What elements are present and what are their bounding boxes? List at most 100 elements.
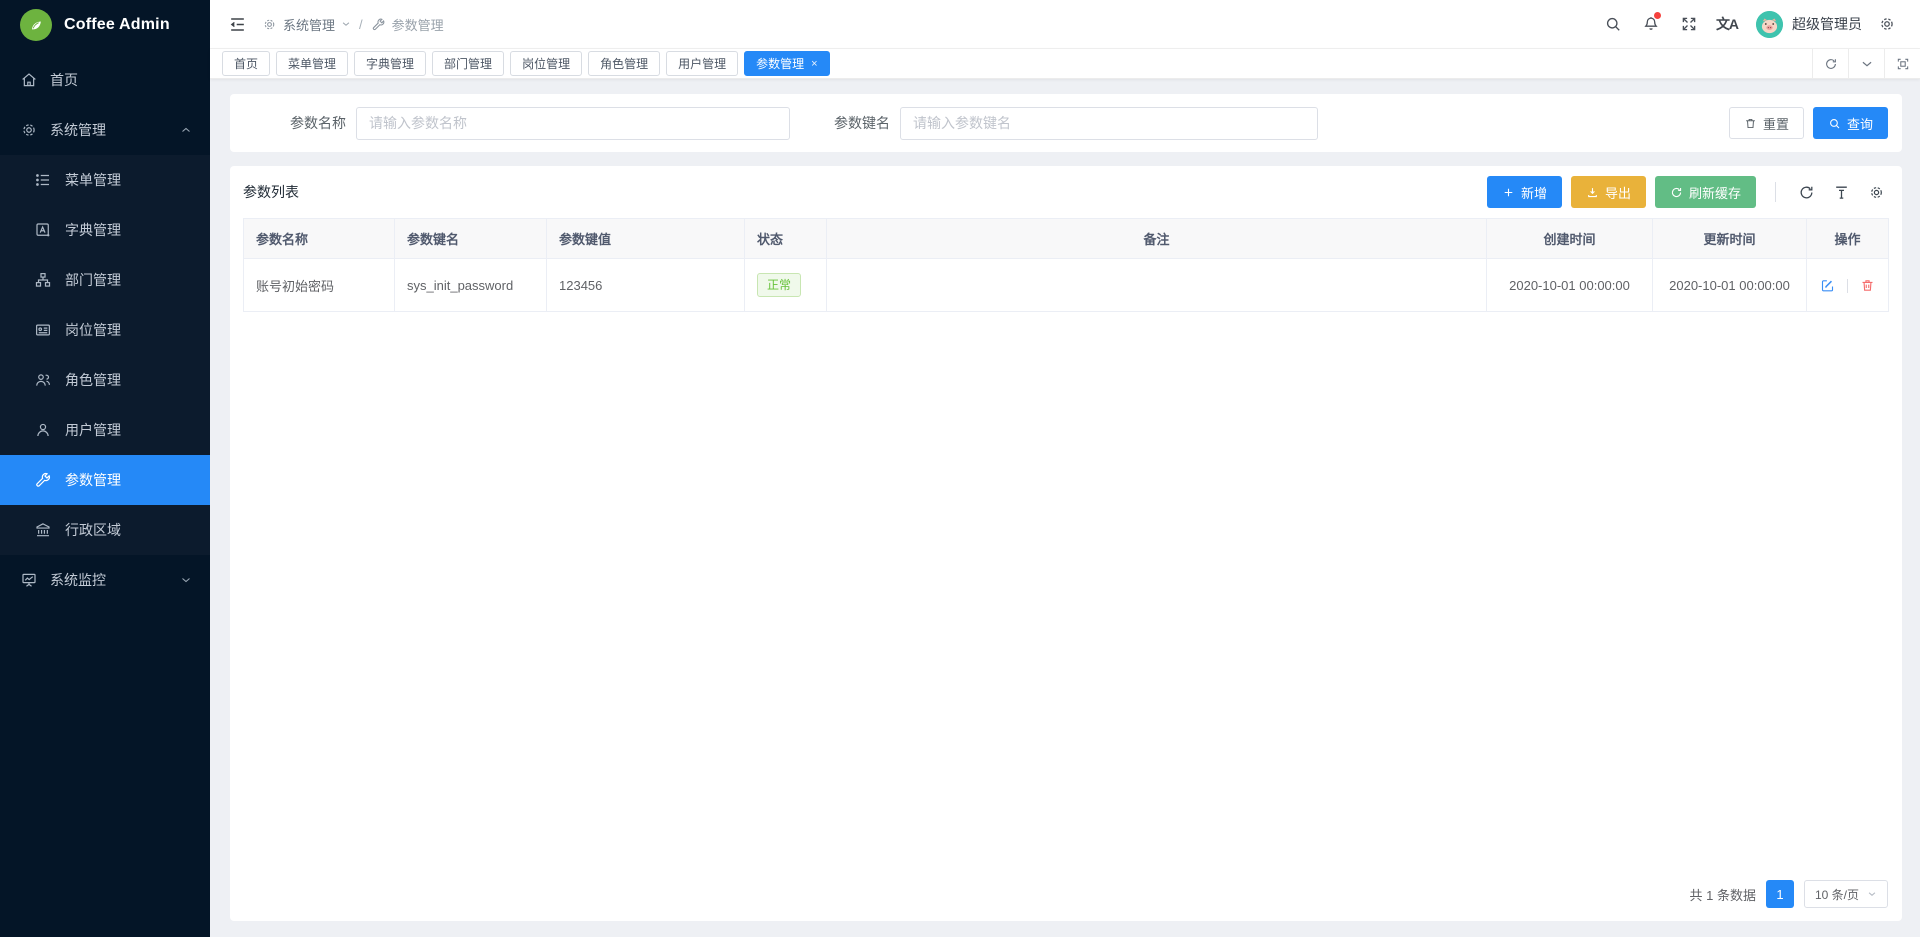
refresh-table-icon[interactable] <box>1793 179 1819 205</box>
gear-icon <box>20 121 38 139</box>
sidebar-item-label: 菜单管理 <box>65 170 121 190</box>
card-header: 参数列表 新增 导出 刷新缓存 <box>243 166 1889 218</box>
search-icon[interactable] <box>1596 7 1630 41</box>
tab-role-mgmt[interactable]: 角色管理 <box>588 51 660 76</box>
bank-icon <box>34 521 52 539</box>
sidebar-item-home[interactable]: 首页 <box>0 55 210 105</box>
close-icon[interactable]: × <box>811 58 817 70</box>
sidebar-menu: 首页 系统管理 菜单管理 字典管理 部门管理 岗位管理 <box>0 49 210 937</box>
query-button[interactable]: 查询 <box>1813 107 1888 139</box>
column-settings-icon[interactable] <box>1863 179 1889 205</box>
sidebar-item-label: 首页 <box>50 70 78 90</box>
col-status: 状态 <box>745 219 827 259</box>
param-key-label: 参数键名 <box>834 113 890 133</box>
sidebar-item-system[interactable]: 系统管理 <box>0 105 210 155</box>
plus-icon <box>1502 186 1515 199</box>
export-button[interactable]: 导出 <box>1571 176 1646 208</box>
wrench-icon <box>371 17 386 32</box>
sidebar-item-dept-mgmt[interactable]: 部门管理 <box>0 255 210 305</box>
wrench-icon <box>34 471 52 489</box>
sidebar: Coffee Admin 首页 系统管理 菜单管理 字典管理 部门管理 <box>0 0 210 937</box>
tab-dept-mgmt[interactable]: 部门管理 <box>432 51 504 76</box>
tab-param-mgmt[interactable]: 参数管理 × <box>744 51 829 76</box>
tab-menu-mgmt[interactable]: 菜单管理 <box>276 51 348 76</box>
breadcrumb-item-current: 参数管理 <box>392 15 444 34</box>
app-title: Coffee Admin <box>64 16 170 34</box>
user-icon <box>34 421 52 439</box>
chevron-down-icon[interactable] <box>1848 49 1884 79</box>
notification-dot <box>1654 12 1661 19</box>
cell-actions <box>1807 259 1889 312</box>
sidebar-item-label: 系统管理 <box>50 120 106 140</box>
list-icon <box>34 171 52 189</box>
top-header: 系统管理 / 参数管理 文A <box>210 0 1920 49</box>
search-buttons: 重置 查询 <box>1729 107 1888 139</box>
monitor-icon <box>20 571 38 589</box>
refresh-cache-button[interactable]: 刷新缓存 <box>1655 176 1756 208</box>
delete-icon[interactable] <box>1860 278 1875 293</box>
sidebar-item-label: 用户管理 <box>65 420 121 440</box>
download-icon <box>1586 186 1599 199</box>
param-key-input[interactable] <box>900 107 1318 140</box>
fullscreen-icon[interactable] <box>1672 7 1706 41</box>
roles-icon <box>34 371 52 389</box>
tab-home[interactable]: 首页 <box>222 51 270 76</box>
chevron-down-icon <box>180 574 192 586</box>
chevron-up-icon <box>180 124 192 136</box>
trash-icon <box>1744 117 1757 130</box>
param-name-input[interactable] <box>356 107 790 140</box>
refresh-icon <box>1670 186 1683 199</box>
translate-icon[interactable]: 文A <box>1710 7 1744 41</box>
col-param-name: 参数名称 <box>244 219 395 259</box>
cell-param-key: sys_init_password <box>395 259 547 312</box>
sidebar-item-param-mgmt[interactable]: 参数管理 <box>0 455 210 505</box>
sidebar-item-region[interactable]: 行政区域 <box>0 505 210 555</box>
cell-param-value: 123456 <box>547 259 745 312</box>
cell-param-name: 账号初始密码 <box>244 259 395 312</box>
sidebar-item-user-mgmt[interactable]: 用户管理 <box>0 405 210 455</box>
sidebar-item-menu-mgmt[interactable]: 菜单管理 <box>0 155 210 205</box>
sidebar-item-monitor[interactable]: 系统监控 <box>0 555 210 605</box>
pagination-page-1[interactable]: 1 <box>1766 880 1794 908</box>
tab-post-mgmt[interactable]: 岗位管理 <box>510 51 582 76</box>
table-row: 账号初始密码 sys_init_password 123456 正常 2020-… <box>244 259 1889 312</box>
breadcrumb: 系统管理 / 参数管理 <box>262 15 444 34</box>
avatar <box>1756 11 1783 38</box>
reset-button[interactable]: 重置 <box>1729 107 1804 139</box>
bell-icon[interactable] <box>1634 7 1668 41</box>
row-density-icon[interactable] <box>1828 179 1854 205</box>
col-param-value: 参数键值 <box>547 219 745 259</box>
tab-user-mgmt[interactable]: 用户管理 <box>666 51 738 76</box>
sidebar-item-label: 部门管理 <box>65 270 121 290</box>
user-name: 超级管理员 <box>1792 14 1862 34</box>
menu-fold-icon[interactable] <box>222 9 252 39</box>
sidebar-item-dict-mgmt[interactable]: 字典管理 <box>0 205 210 255</box>
add-button[interactable]: 新增 <box>1487 176 1562 208</box>
col-created: 创建时间 <box>1487 219 1653 259</box>
cell-status: 正常 <box>745 259 827 312</box>
refresh-icon[interactable] <box>1812 49 1848 79</box>
edit-icon[interactable] <box>1820 278 1835 293</box>
col-remark: 备注 <box>827 219 1487 259</box>
sidebar-item-label: 字典管理 <box>65 220 121 240</box>
divider <box>1847 279 1848 293</box>
search-icon <box>1828 117 1841 130</box>
user-menu[interactable]: 超级管理员 <box>1756 11 1862 38</box>
sidebar-item-role-mgmt[interactable]: 角色管理 <box>0 355 210 405</box>
tab-dict-mgmt[interactable]: 字典管理 <box>354 51 426 76</box>
sidebar-item-label: 岗位管理 <box>65 320 121 340</box>
page-size-select[interactable]: 10 条/页 <box>1804 880 1888 908</box>
breadcrumb-item-system[interactable]: 系统管理 <box>283 15 335 34</box>
system-submenu: 菜单管理 字典管理 部门管理 岗位管理 角色管理 用户管理 <box>0 155 210 555</box>
maximize-icon[interactable] <box>1884 49 1920 79</box>
sidebar-item-post-mgmt[interactable]: 岗位管理 <box>0 305 210 355</box>
settings-gear-icon[interactable] <box>1870 7 1904 41</box>
home-icon <box>20 71 38 89</box>
id-badge-icon <box>34 321 52 339</box>
card-title: 参数列表 <box>243 182 299 202</box>
header-actions: 文A 超级管理员 <box>1596 7 1904 41</box>
table-header-row: 参数名称 参数键名 参数键值 状态 备注 创建时间 更新时间 操作 <box>244 219 1889 259</box>
cell-updated: 2020-10-01 00:00:00 <box>1653 259 1807 312</box>
table-actions: 新增 导出 刷新缓存 <box>1487 176 1889 208</box>
chevron-down-icon <box>1867 889 1877 899</box>
